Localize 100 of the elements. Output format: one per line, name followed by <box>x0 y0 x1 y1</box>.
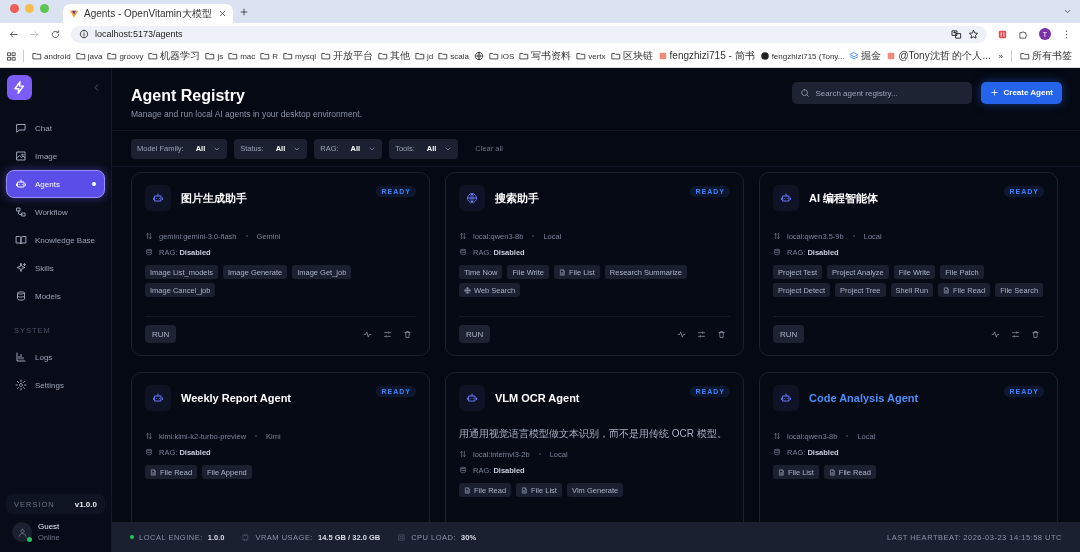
trash-icon[interactable] <box>1031 329 1040 339</box>
file-icon <box>464 486 471 494</box>
back-icon[interactable] <box>8 28 19 40</box>
bookmark[interactable]: 掘金 <box>847 49 884 63</box>
activity-icon[interactable] <box>677 329 686 339</box>
sidebar-item[interactable]: Image <box>6 142 105 170</box>
search-icon <box>799 87 810 98</box>
agent-name: VLM OCR Agent <box>495 392 580 404</box>
settings-icon <box>15 379 27 391</box>
close-icon[interactable] <box>218 9 227 18</box>
bookmark[interactable]: fengzhizi715 - 简书 <box>655 49 757 63</box>
sidebar-item[interactable]: Logs <box>6 343 105 371</box>
plus-icon <box>989 88 999 97</box>
reload-icon[interactable] <box>50 28 61 40</box>
file-icon <box>943 286 951 294</box>
bookmark[interactable]: java <box>73 51 105 61</box>
site-icon <box>657 51 668 61</box>
folder-icon <box>283 51 294 61</box>
folder-icon <box>377 51 388 61</box>
address-field[interactable]: localhost:5173/agents <box>71 25 987 43</box>
create-agent-button[interactable]: Create Agent <box>980 81 1062 104</box>
bookmark[interactable]: 区块链 <box>608 49 655 63</box>
bookmark[interactable]: js <box>203 51 226 61</box>
sidebar-item[interactable]: Workflow <box>6 198 105 226</box>
bookmark[interactable]: jd <box>412 51 436 61</box>
star-icon[interactable] <box>968 28 979 40</box>
bookmark[interactable]: scala <box>436 51 471 61</box>
robot-icon <box>152 392 164 404</box>
search-field[interactable]: Search agent registry... <box>791 82 972 104</box>
bookmark[interactable]: iOS <box>486 51 517 61</box>
close-window-button[interactable] <box>10 3 19 13</box>
extension-icon[interactable] <box>997 28 1008 40</box>
page-subtitle: Manage and run local AI agents in your desktop environment. <box>131 108 363 119</box>
bookmark[interactable]: R <box>258 51 281 61</box>
sliders-icon[interactable] <box>383 329 392 339</box>
folder-icon <box>107 51 118 61</box>
cpu-icon <box>397 532 407 542</box>
sidebar-item[interactable]: Models <box>6 282 105 310</box>
database-icon <box>459 248 467 256</box>
trash-icon[interactable] <box>717 329 726 339</box>
database-icon <box>15 290 27 302</box>
chip-icon <box>241 532 251 542</box>
run-button[interactable]: RUN <box>459 325 491 343</box>
swap-icon <box>145 232 153 240</box>
bookmark[interactable]: android <box>30 51 73 61</box>
bookmark[interactable]: fengzhizi715 (Tony... <box>757 51 847 61</box>
folder-icon <box>610 51 621 61</box>
sliders-icon[interactable] <box>697 329 706 339</box>
version-number: v1.0.0 <box>74 499 97 509</box>
bookmark[interactable]: 写书资料 <box>517 49 574 63</box>
more-bookmarks-button[interactable]: » <box>996 51 1005 61</box>
sparkle-icon <box>15 262 27 274</box>
folder-icon <box>1020 51 1030 61</box>
info-icon <box>79 29 89 39</box>
bookmark[interactable]: mac <box>226 51 258 61</box>
swap-icon <box>773 232 781 240</box>
sidebar-item[interactable]: Skills <box>6 254 105 282</box>
database-icon <box>459 466 467 474</box>
activity-icon[interactable] <box>363 329 372 339</box>
database-icon <box>773 448 781 456</box>
folder-icon <box>32 51 42 61</box>
sliders-icon[interactable] <box>1011 329 1020 339</box>
sidebar-item[interactable]: Settings <box>6 371 105 399</box>
folder-icon <box>260 51 271 61</box>
bookmark[interactable]: 其他 <box>375 49 412 63</box>
sidebar-item[interactable]: Agents <box>6 170 105 198</box>
site-icon <box>886 51 897 61</box>
file-icon <box>521 486 529 494</box>
translate-icon[interactable] <box>951 28 962 40</box>
bookmark[interactable]: vertx <box>574 51 608 61</box>
bookmark[interactable]: @Tony沈哲 的个人... <box>884 49 993 63</box>
folder-icon <box>148 51 159 61</box>
sidebar-item[interactable]: Chat <box>6 114 105 142</box>
run-button[interactable]: RUN <box>773 325 805 343</box>
globe-icon <box>464 286 471 294</box>
swap-icon <box>773 432 781 440</box>
all-bookmarks-button[interactable]: 所有书签 <box>1018 49 1074 63</box>
agent-name: AI 编程智能体 <box>809 190 879 206</box>
folder-icon <box>228 51 239 61</box>
bookmark[interactable]: groovy <box>105 51 146 61</box>
chat-bubble-icon <box>15 122 27 134</box>
activity-icon[interactable] <box>991 329 1000 339</box>
sidebar-item[interactable]: Knowledge Base <box>6 226 105 254</box>
bookmark[interactable]: 机器学习 <box>146 49 203 63</box>
chevron-down-icon[interactable] <box>1063 7 1072 16</box>
bookmark[interactable]: 开放平台 <box>318 49 375 63</box>
page-title: Agent Registry <box>131 86 246 105</box>
run-button[interactable]: RUN <box>145 325 177 343</box>
database-icon <box>145 248 153 256</box>
workflow-icon <box>15 206 27 218</box>
new-tab-icon[interactable] <box>239 6 249 17</box>
app-logo-icon <box>7 75 32 100</box>
globe-icon <box>466 192 478 204</box>
user-avatar[interactable] <box>12 522 32 542</box>
apps-grid-icon[interactable] <box>6 50 17 62</box>
browser-tab[interactable]: Agents - OpenVitamin大模型 <box>63 4 233 23</box>
agent-name: 图片生成助手 <box>181 190 247 206</box>
bookmark[interactable]: mysql <box>281 51 318 61</box>
trash-icon[interactable] <box>403 329 412 339</box>
agent-name: Weekly Report Agent <box>181 392 292 404</box>
